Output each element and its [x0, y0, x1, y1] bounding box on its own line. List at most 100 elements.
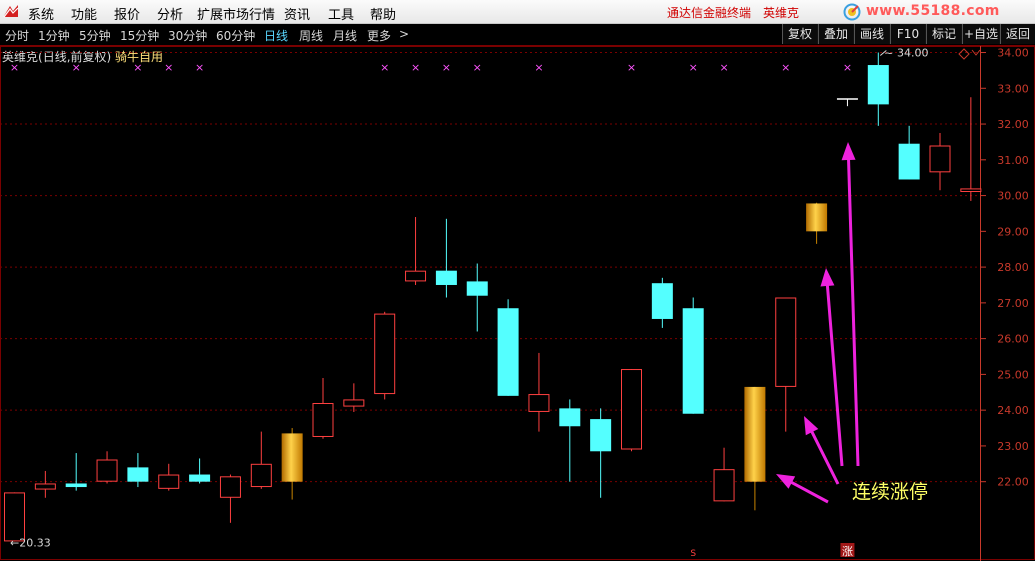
- price-tick-label: 28.00: [997, 261, 1029, 274]
- candle-body: [867, 65, 889, 105]
- price-tick-label: 27.00: [997, 297, 1029, 310]
- expand-icon: [958, 48, 970, 60]
- candle-body: [405, 270, 427, 282]
- menu-help[interactable]: 帮助: [370, 4, 396, 23]
- candle-body: [682, 308, 704, 414]
- candle-body: [559, 408, 581, 427]
- candle: [4, 492, 25, 542]
- candle: [836, 98, 858, 107]
- signal-marker: ×: [781, 61, 790, 74]
- signal-marker: ×: [164, 61, 173, 74]
- sell-tag: S: [690, 549, 696, 559]
- price-tick-label: 26.00: [997, 333, 1029, 346]
- candle-body: [497, 308, 519, 396]
- candle: [374, 311, 396, 400]
- period-5min[interactable]: 5分钟: [79, 27, 111, 44]
- candle-body: [960, 188, 982, 192]
- menu-news[interactable]: 资讯: [284, 4, 310, 23]
- annotation-arrow: [841, 142, 860, 467]
- chevron-right-icon[interactable]: >: [399, 27, 409, 41]
- price-tick-label: 30.00: [997, 190, 1029, 203]
- signal-marker: ×: [10, 61, 19, 74]
- period-30min[interactable]: 30分钟: [168, 27, 207, 44]
- add-watchlist-button[interactable]: +自选: [962, 24, 1000, 44]
- period-monthly[interactable]: 月线: [333, 27, 357, 44]
- menu-quote[interactable]: 报价: [114, 4, 140, 23]
- candle: [960, 97, 982, 201]
- menu-analysis[interactable]: 分析: [157, 4, 183, 23]
- candle-body: [219, 476, 241, 498]
- annotation-arrow: [776, 474, 829, 504]
- candle-body: [713, 469, 735, 502]
- candle: [775, 297, 797, 432]
- low-price-label: ←20.33: [10, 536, 51, 549]
- price-tick-label: 32.00: [997, 118, 1029, 131]
- candle-body: [466, 281, 488, 296]
- candle: [744, 386, 766, 511]
- signal-marker: ×: [195, 61, 204, 74]
- candle-body: [775, 297, 797, 387]
- candle: [929, 132, 951, 191]
- candle: [96, 451, 118, 484]
- candle: [189, 458, 211, 484]
- candle-body: [312, 403, 334, 437]
- period-60min[interactable]: 60分钟: [216, 27, 255, 44]
- annotation-arrow: [804, 416, 840, 485]
- candle: [713, 447, 735, 502]
- signal-marker: ×: [473, 61, 482, 74]
- signal-marker: ×: [689, 61, 698, 74]
- price-tick-label: 34.00: [997, 47, 1029, 60]
- candle-body: [4, 492, 25, 542]
- period-daily[interactable]: 日线: [264, 27, 288, 44]
- adjust-rights-button[interactable]: 复权: [782, 24, 818, 44]
- menu-system[interactable]: 系统: [28, 4, 54, 23]
- overlay-button[interactable]: 叠加: [818, 24, 854, 44]
- period-weekly[interactable]: 周线: [299, 27, 323, 44]
- signal-marker: ×: [442, 61, 451, 74]
- period-bar: 分时 1分钟 5分钟 15分钟 30分钟 60分钟 日线 周线 月线 更多 > …: [0, 24, 1035, 46]
- high-price-label: ~ 34.00: [884, 47, 928, 60]
- candle-body: [34, 483, 56, 490]
- price-tick-label: 33.00: [997, 82, 1029, 95]
- candle-body: [621, 369, 642, 450]
- candle: [281, 428, 303, 500]
- signal-marker: ×: [627, 61, 636, 74]
- back-button[interactable]: 返回: [1000, 24, 1035, 44]
- signal-marker: ×: [72, 61, 81, 74]
- candle: [898, 125, 920, 180]
- candle-body: [96, 459, 118, 482]
- candle: [343, 383, 365, 412]
- annotation-text: 连续涨停: [852, 481, 928, 503]
- candle: [621, 369, 642, 452]
- candle-body: [590, 419, 612, 452]
- candle: [65, 453, 87, 491]
- menu-tools[interactable]: 工具: [328, 4, 354, 23]
- candle-body: [65, 483, 87, 488]
- signal-marker: ×: [719, 61, 728, 74]
- candle-body: [158, 474, 180, 489]
- candle: [158, 463, 180, 491]
- candle-body: [929, 145, 951, 173]
- app-logo-icon: [3, 5, 19, 18]
- candle: [34, 470, 56, 498]
- candle-body: [281, 433, 303, 482]
- candle: [682, 297, 704, 414]
- price-tick-label: 25.00: [997, 368, 1029, 381]
- price-tick-label: 23.00: [997, 440, 1029, 453]
- period-more[interactable]: 更多: [367, 27, 391, 44]
- site-logo-icon: [843, 3, 861, 21]
- draw-line-button[interactable]: 画线: [854, 24, 890, 44]
- menu-function[interactable]: 功能: [71, 4, 97, 23]
- limit-up-tag: 涨: [842, 545, 853, 558]
- period-intraday[interactable]: 分时: [5, 27, 29, 44]
- app-name: 通达信金融终端: [667, 6, 752, 20]
- period-15min[interactable]: 15分钟: [120, 27, 159, 44]
- menu-extended-market[interactable]: 扩展市场行情: [197, 4, 275, 23]
- candle-body: [374, 313, 396, 395]
- candle: [466, 263, 488, 332]
- signal-marker: ×: [843, 61, 852, 74]
- mark-button[interactable]: 标记: [926, 24, 962, 44]
- candlestick-chart[interactable]: 22.00 23.00 24.00 25.00 26.00 27.00 28.00 29.00…: [0, 46, 1035, 561]
- f10-button[interactable]: F10: [890, 24, 926, 44]
- period-1min[interactable]: 1分钟: [38, 27, 70, 44]
